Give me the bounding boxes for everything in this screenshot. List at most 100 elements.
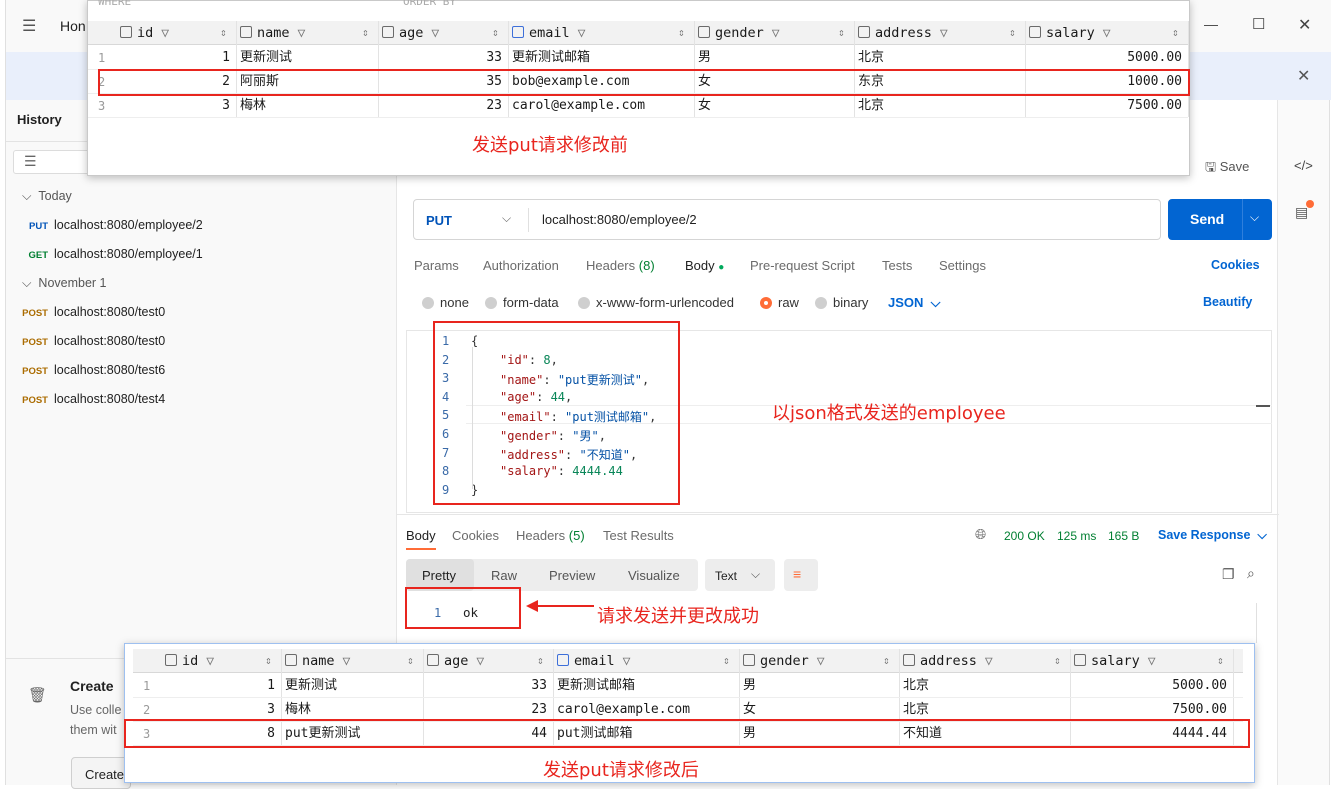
row-number: 1 <box>143 679 151 693</box>
scrollbar-thumb[interactable] <box>1256 405 1270 407</box>
cell-email[interactable]: 更新测试邮箱 <box>512 46 590 70</box>
radio-binary[interactable]: binary <box>815 295 868 310</box>
cell-name[interactable]: 更新测试 <box>285 674 337 698</box>
cell-age[interactable]: 33 <box>423 674 547 698</box>
annotation-json: 以json格式发送的employee <box>772 403 1006 424</box>
history-item[interactable]: PUT localhost:8080/employee/2 <box>20 218 203 232</box>
column-header-salary[interactable]: salary ▽ <box>1029 21 1111 45</box>
cell-age[interactable]: 33 <box>378 46 502 70</box>
column-header-name[interactable]: name ▽ <box>240 21 305 45</box>
history-header: History <box>17 112 62 127</box>
column-header-address[interactable]: address ▽ <box>903 649 993 673</box>
tab-tests[interactable]: Tests <box>882 258 912 273</box>
search-icon[interactable]: ⌕ <box>1247 565 1255 582</box>
annotation-after: 发送put请求修改后 <box>543 760 699 781</box>
column-header-gender[interactable]: gender ▽ <box>743 649 825 673</box>
beautify-link[interactable]: Beautify <box>1203 295 1252 309</box>
banner-close-icon[interactable]: ✕ <box>1297 66 1310 86</box>
column-header-salary[interactable]: salary ▽ <box>1074 649 1156 673</box>
cell-address[interactable]: 北京 <box>903 674 929 698</box>
cell-id[interactable]: 1 <box>161 674 275 698</box>
history-item[interactable]: POST localhost:8080/test6 <box>20 363 165 377</box>
radio-form-data[interactable]: form-data <box>485 295 559 310</box>
save-button[interactable]: 🖫 Save <box>1205 158 1249 180</box>
tab-params[interactable]: Params <box>414 258 459 273</box>
response-tab-test-results[interactable]: Test Results <box>603 528 674 543</box>
response-tab-body[interactable]: Body <box>406 528 436 543</box>
tab-headers[interactable]: Headers (8) <box>586 258 655 273</box>
tab-settings[interactable]: Settings <box>939 258 986 273</box>
radio-urlencoded[interactable]: x-www-form-urlencoded <box>578 295 734 310</box>
section-today[interactable]: ⌵ Today <box>22 189 72 204</box>
tab-pre-request-script[interactable]: Pre-request Script <box>750 258 855 273</box>
response-format-select[interactable]: Text ⌵ <box>705 559 775 591</box>
tab-authorization[interactable]: Authorization <box>483 258 559 273</box>
history-item[interactable]: GET localhost:8080/employee/1 <box>20 247 202 261</box>
send-button[interactable]: Send ⌵ <box>1168 199 1272 240</box>
view-visualize[interactable]: Visualize <box>628 568 680 583</box>
response-time[interactable]: 125 ms <box>1057 529 1096 543</box>
maximize-icon[interactable]: ☐ <box>1252 15 1265 33</box>
url-input[interactable]: localhost:8080/employee/2 <box>542 212 697 227</box>
cell-name[interactable]: 梅林 <box>240 94 266 118</box>
response-tab-headers[interactable]: Headers (5) <box>516 528 585 543</box>
annotation-arrow <box>526 600 594 612</box>
column-header-address[interactable]: address ▽ <box>858 21 948 45</box>
response-tab-cookies[interactable]: Cookies <box>452 528 499 543</box>
column-header-email[interactable]: email ▽ <box>557 649 630 673</box>
history-item[interactable]: POST localhost:8080/test4 <box>20 392 165 406</box>
column-header-gender[interactable]: gender ▽ <box>698 21 780 45</box>
radio-none[interactable]: none <box>422 295 469 310</box>
cell-email[interactable]: carol@example.com <box>512 94 645 118</box>
cell-address[interactable]: 北京 <box>858 46 884 70</box>
minimize-icon[interactable]: — <box>1204 16 1218 32</box>
row-number: 1 <box>98 51 106 65</box>
column-header-id[interactable]: id ▽ <box>120 21 169 45</box>
cell-email[interactable]: 更新测试邮箱 <box>557 674 635 698</box>
cell-gender[interactable]: 女 <box>698 94 711 118</box>
filter-icon: ☰ <box>24 153 37 169</box>
status-code[interactable]: 200 OK <box>1004 529 1045 543</box>
home-tab[interactable]: Hon <box>60 18 86 34</box>
cell-age[interactable]: 23 <box>378 94 502 118</box>
cell-salary[interactable]: 5000.00 <box>1070 674 1227 698</box>
cell-gender[interactable]: 男 <box>698 46 711 70</box>
create-collection-button[interactable]: Create <box>71 757 131 789</box>
view-pretty[interactable]: Pretty <box>422 568 456 583</box>
view-preview[interactable]: Preview <box>549 568 595 583</box>
format-select[interactable]: JSON ⌵ <box>888 295 940 311</box>
save-response-button[interactable]: Save Response ⌵ <box>1158 528 1267 543</box>
view-raw[interactable]: Raw <box>491 568 517 583</box>
column-header-age[interactable]: age ▽ <box>382 21 439 45</box>
send-options-chevron-icon[interactable]: ⌵ <box>1250 210 1259 225</box>
response-size[interactable]: 165 B <box>1108 529 1139 543</box>
create-desc: them wit <box>70 723 117 737</box>
close-icon[interactable]: ✕ <box>1298 15 1311 35</box>
cell-id[interactable]: 1 <box>116 46 230 70</box>
tab-body[interactable]: Body ● <box>685 258 724 273</box>
cell-name[interactable]: 更新测试 <box>240 46 292 70</box>
hamburger-menu-icon[interactable]: ☰ <box>22 16 36 36</box>
cell-address[interactable]: 北京 <box>858 94 884 118</box>
cell-salary[interactable]: 5000.00 <box>1025 46 1182 70</box>
column-header-name[interactable]: name ▽ <box>285 649 350 673</box>
cell-id[interactable]: 3 <box>116 94 230 118</box>
code-icon[interactable]: </> <box>1294 158 1313 173</box>
column-header-age[interactable]: age ▽ <box>427 649 484 673</box>
section-november[interactable]: ⌵ November 1 <box>22 276 107 291</box>
cookies-link[interactable]: Cookies <box>1211 258 1260 272</box>
cell-salary[interactable]: 7500.00 <box>1025 94 1182 118</box>
method-select[interactable]: PUT <box>426 213 452 228</box>
globe-icon: 🌐︎ <box>975 526 987 542</box>
history-item[interactable]: POST localhost:8080/test0 <box>20 334 165 348</box>
chevron-down-icon[interactable]: ⌵ <box>502 211 511 226</box>
wrap-lines-icon[interactable]: ≡ <box>784 559 818 591</box>
column-header-email[interactable]: email ▽ <box>512 21 585 45</box>
column-header-id[interactable]: id ▽ <box>165 649 214 673</box>
history-item[interactable]: POST localhost:8080/test0 <box>20 305 165 319</box>
annotation-before: 发送put请求修改前 <box>472 135 628 156</box>
cell-gender[interactable]: 男 <box>743 674 756 698</box>
copy-icon[interactable]: ❐ <box>1222 566 1235 583</box>
radio-raw[interactable]: raw <box>760 295 799 310</box>
highlight-response <box>405 587 521 629</box>
